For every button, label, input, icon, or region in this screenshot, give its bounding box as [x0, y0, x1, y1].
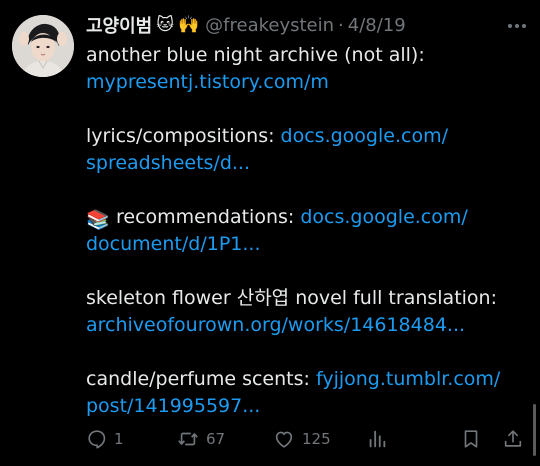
tweet-text: candle/perfume scents:: [86, 368, 316, 390]
tweet-text: lyrics/compositions:: [86, 125, 281, 147]
share-icon: [504, 430, 522, 447]
heart-icon: [275, 431, 293, 448]
display-name[interactable]: 고양이범: [86, 12, 152, 38]
reply-button[interactable]: 1: [86, 424, 124, 454]
reply-count: 1: [114, 430, 124, 448]
more-options-icon[interactable]: [504, 16, 530, 36]
views-button[interactable]: [366, 424, 388, 454]
tweet-link[interactable]: spreadsheets/d...: [86, 150, 526, 177]
tweet-link-inline[interactable]: docs.google.com/: [300, 206, 467, 228]
tweet-text: recommendations:: [116, 206, 301, 228]
bookmark-button[interactable]: [460, 424, 482, 454]
tweet-text: another blue night archive (not all):: [86, 44, 425, 66]
tweet-paragraph: 📚 recommendations: docs.google.com/ docum…: [86, 204, 526, 258]
user-handle[interactable]: @freakeystein: [205, 15, 334, 36]
tweet[interactable]: 고양이범 🐱 🙌 @freakeystein · 4/8/19 another …: [0, 0, 540, 466]
tweet-paragraph: skeleton flower 산하엽 novel full translati…: [86, 285, 526, 339]
tweet-paragraph: another blue night archive (not all): my…: [86, 42, 526, 96]
bookmark-icon: [464, 430, 478, 448]
books-emoji: 📚: [86, 209, 110, 231]
retweet-icon: [178, 432, 198, 446]
avatar[interactable]: [12, 15, 74, 77]
scrollbar[interactable]: [533, 404, 536, 456]
tweet-paragraph: candle/perfume scents: fyjjong.tumblr.co…: [86, 366, 526, 420]
retweet-count: 67: [206, 430, 226, 448]
tweet-text: skeleton flower 산하엽 novel full translati…: [86, 287, 498, 309]
tweet-paragraph: lyrics/compositions: docs.google.com/ sp…: [86, 123, 526, 177]
reply-icon: [88, 430, 106, 449]
like-button[interactable]: 125: [272, 424, 331, 454]
tweet-link[interactable]: mypresentj.tistory.com/m: [86, 69, 526, 96]
like-count: 125: [302, 430, 331, 448]
retweet-button[interactable]: 67: [176, 424, 225, 454]
share-button[interactable]: [502, 424, 524, 454]
header-separator: ·: [338, 14, 344, 36]
tweet-header: 고양이범 🐱 🙌 @freakeystein · 4/8/19: [86, 12, 406, 38]
tweet-actions: 1 67 125: [0, 424, 540, 454]
tweet-body: another blue night archive (not all): my…: [86, 42, 526, 447]
tweet-link[interactable]: archiveofourown.org/works/14618484...: [86, 312, 526, 339]
tweet-link[interactable]: post/141995597...: [86, 393, 526, 420]
tweet-date[interactable]: 4/8/19: [348, 15, 406, 36]
tweet-link[interactable]: document/d/1P1...: [86, 231, 526, 258]
raised-hands-emoji: 🙌: [177, 14, 200, 35]
tweet-link-inline[interactable]: docs.google.com/: [281, 125, 448, 147]
cat-emoji: 🐱: [156, 14, 174, 35]
analytics-icon: [369, 430, 386, 448]
tweet-link-inline[interactable]: fyjjong.tumblr.com/: [316, 368, 500, 390]
